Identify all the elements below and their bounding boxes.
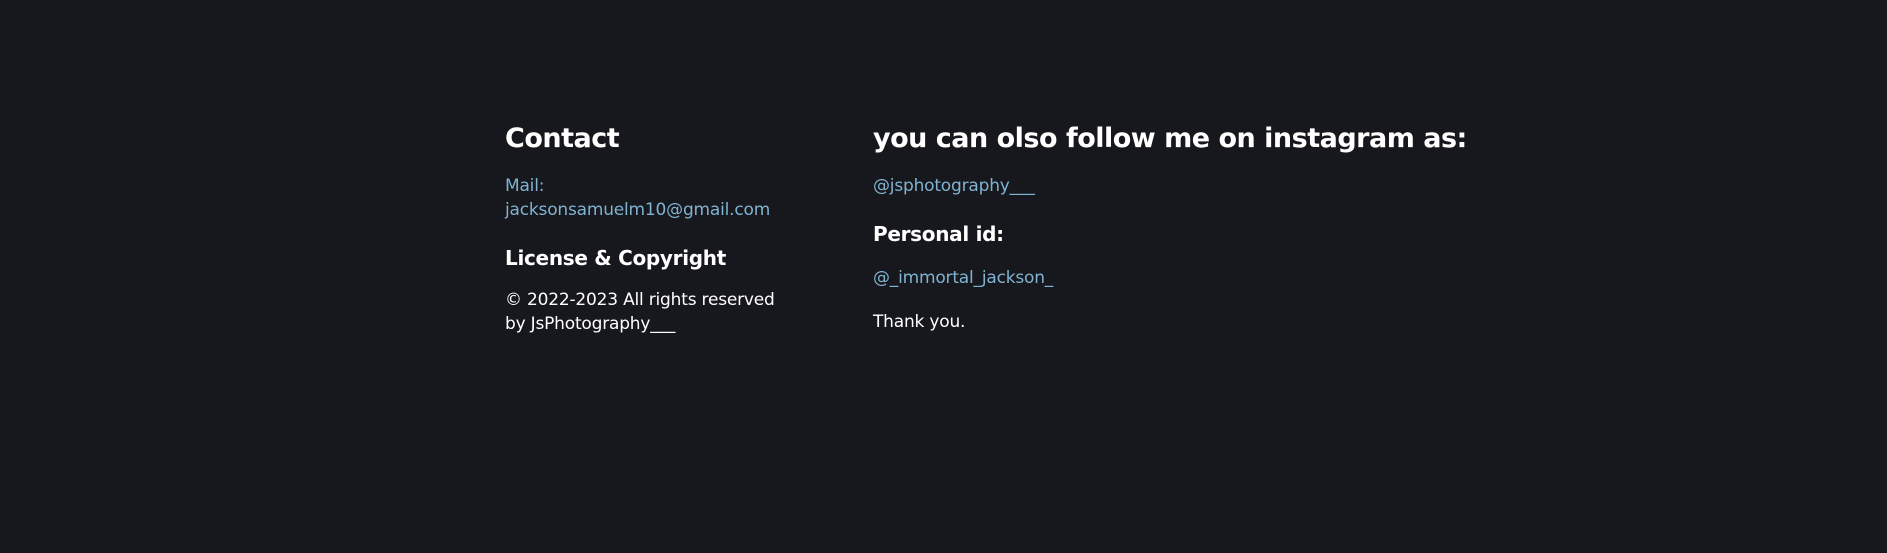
instagram-handle-link[interactable]: @jsphotography___ bbox=[873, 174, 1573, 198]
personal-handle-link[interactable]: @_immortal_jackson_ bbox=[873, 266, 1573, 290]
instagram-column: you can olso follow me on instagram as: … bbox=[873, 118, 1573, 334]
mail-block: Mail: jacksonsamuelm10@gmail.com bbox=[505, 174, 825, 222]
copyright-line-2: by JsPhotography___ bbox=[505, 314, 676, 334]
contact-heading: Contact bbox=[505, 123, 620, 154]
contact-column: Contact Mail: jacksonsamuelm10@gmail.com… bbox=[505, 118, 825, 336]
instagram-heading: you can olso follow me on instagram as: bbox=[873, 123, 1467, 154]
site-footer: Contact Mail: jacksonsamuelm10@gmail.com… bbox=[0, 0, 1887, 553]
personal-id-heading: Personal id: bbox=[873, 222, 1004, 246]
thank-you-text: Thank you. bbox=[873, 312, 966, 332]
copyright-line-1: © 2022-2023 All rights reserved bbox=[505, 290, 775, 310]
mail-address-link[interactable]: jacksonsamuelm10@gmail.com bbox=[505, 198, 825, 222]
copyright-text: © 2022-2023 All rights reserved by JsPho… bbox=[505, 288, 825, 336]
mail-label[interactable]: Mail: bbox=[505, 174, 825, 198]
license-heading: License & Copyright bbox=[505, 246, 726, 270]
